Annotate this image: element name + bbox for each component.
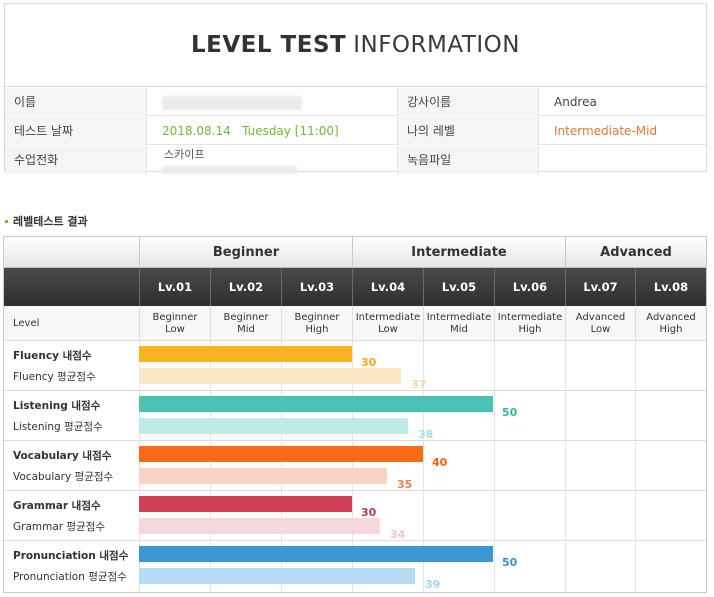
level-name-3: Beginner High xyxy=(281,306,352,341)
result-section-title-text: 레벨테스트 결과 xyxy=(13,215,88,228)
my-score-label: Pronunciation 내점수 xyxy=(13,550,129,562)
level-header-5: Lv.05 xyxy=(423,268,494,306)
level-row-label: Level xyxy=(13,318,40,329)
test-date-value: 2018.08.14 Tuesday [11:00] xyxy=(147,117,398,145)
avg-score-bar xyxy=(139,518,380,534)
level-name-8: Advanced High xyxy=(635,306,706,341)
avg-score-label: Vocabulary 평균점수 xyxy=(13,471,114,483)
avg-score-value: 38 xyxy=(418,428,434,441)
grid-line xyxy=(706,341,707,593)
level-header-3: Lv.03 xyxy=(281,268,352,306)
my-score-label: Vocabulary 내점수 xyxy=(13,450,112,462)
my-level-value: Intermediate-Mid xyxy=(554,124,658,138)
level-name-5: Intermediate Mid xyxy=(423,306,494,341)
my-score-value: 50 xyxy=(502,406,518,419)
phone-redacted xyxy=(162,165,297,174)
avg-score-value: 39 xyxy=(425,578,441,591)
group-beginner: Beginner xyxy=(139,237,352,268)
info-row-name: 이름 강사이름 Andrea xyxy=(5,88,706,116)
level-header-6: Lv.06 xyxy=(494,268,565,306)
info-row-date: 테스트 날짜 2018.08.14 Tuesday [11:00] 나의 레벨 … xyxy=(5,117,706,145)
level-result-grid: Beginner Intermediate Advanced Lv.01 Lv.0… xyxy=(3,236,707,593)
avg-score-bar xyxy=(139,468,387,484)
avg-score-bar xyxy=(139,368,401,384)
avg-score-bar xyxy=(139,568,415,584)
avg-score-bar xyxy=(139,418,408,434)
my-score-bar xyxy=(139,496,352,512)
my-score-value: 40 xyxy=(432,456,448,469)
level-number-header: Lv.01 Lv.02 Lv.03 Lv.04 Lv.05 Lv.06 Lv.07 Lv.08 xyxy=(4,268,706,306)
my-score-value: 50 xyxy=(502,556,518,569)
avg-score-label: Listening 평균점수 xyxy=(13,421,103,433)
my-score-label: Grammar 내점수 xyxy=(13,500,101,512)
level-test-info-panel: LEVEL TEST INFORMATION 이름 강사이름 Andrea 테스… xyxy=(4,3,707,174)
name-redacted xyxy=(162,95,302,110)
name-value xyxy=(147,88,398,116)
class-phone-type: 스카이프 xyxy=(164,148,205,161)
level-header-7: Lv.07 xyxy=(565,268,635,306)
recording-value xyxy=(539,146,706,174)
class-phone-label: 수업전화 xyxy=(5,146,147,174)
result-section-title: 레벨테스트 결과 xyxy=(5,213,88,229)
test-date-label: 테스트 날짜 xyxy=(5,117,147,145)
level-name-header: Level Beginner Low Beginner Mid Beginner High… xyxy=(4,306,706,341)
avg-score-value: 35 xyxy=(397,478,413,491)
recording-label: 녹음파일 xyxy=(398,146,539,174)
teacher-label: 강사이름 xyxy=(398,88,539,116)
my-score-value: 30 xyxy=(361,506,377,519)
page-title-light: INFORMATION xyxy=(353,32,520,58)
avg-score-label: Grammar 평균점수 xyxy=(13,521,106,533)
level-header-1: Lv.01 xyxy=(139,268,210,306)
my-score-bar xyxy=(139,346,352,362)
page-title-bold: LEVEL TEST xyxy=(191,32,347,58)
level-header-2: Lv.02 xyxy=(210,268,281,306)
page-title: LEVEL TEST INFORMATION xyxy=(5,4,706,87)
skill-row-fluency: Fluency 내점수 Fluency 평균점수 30 37 xyxy=(4,341,706,391)
level-name-4: Intermediate Low xyxy=(352,306,423,341)
my-score-bar xyxy=(139,396,493,412)
teacher-value: Andrea xyxy=(554,95,597,109)
group-intermediate: Intermediate xyxy=(352,237,565,268)
my-score-bar xyxy=(139,446,423,462)
group-advanced: Advanced xyxy=(565,237,706,268)
level-name-2: Beginner Mid xyxy=(210,306,281,341)
skill-row-pronunciation: Pronunciation 내점수 Pronunciation 평균점수 50 39 xyxy=(4,541,706,591)
avg-score-value: 34 xyxy=(390,528,406,541)
skill-row-vocabulary: Vocabulary 내점수 Vocabulary 평균점수 40 35 xyxy=(4,441,706,491)
bullet-icon xyxy=(5,219,8,223)
info-row-phone: 수업전화 스카이프 녹음파일 xyxy=(5,146,706,174)
level-name-1: Beginner Low xyxy=(139,306,210,341)
level-header-4: Lv.04 xyxy=(352,268,423,306)
avg-score-value: 37 xyxy=(411,378,427,391)
my-level-label: 나의 레벨 xyxy=(398,117,539,145)
my-score-label: Fluency 내점수 xyxy=(13,350,92,362)
my-score-label: Listening 내점수 xyxy=(13,400,101,412)
my-score-value: 30 xyxy=(361,356,377,369)
my-score-bar xyxy=(139,546,493,562)
level-name-7: Advanced Low xyxy=(565,306,635,341)
level-group-header: Beginner Intermediate Advanced xyxy=(4,237,706,268)
avg-score-label: Pronunciation 평균점수 xyxy=(13,571,127,583)
class-phone-value: 스카이프 xyxy=(147,146,398,174)
level-name-6: Intermediate High xyxy=(494,306,565,341)
skill-row-grammar: Grammar 내점수 Grammar 평균점수 30 34 xyxy=(4,491,706,541)
name-label: 이름 xyxy=(5,88,147,116)
level-header-8: Lv.08 xyxy=(635,268,706,306)
avg-score-label: Fluency 평균점수 xyxy=(13,371,96,383)
skill-row-listening: Listening 내점수 Listening 평균점수 50 38 xyxy=(4,391,706,441)
